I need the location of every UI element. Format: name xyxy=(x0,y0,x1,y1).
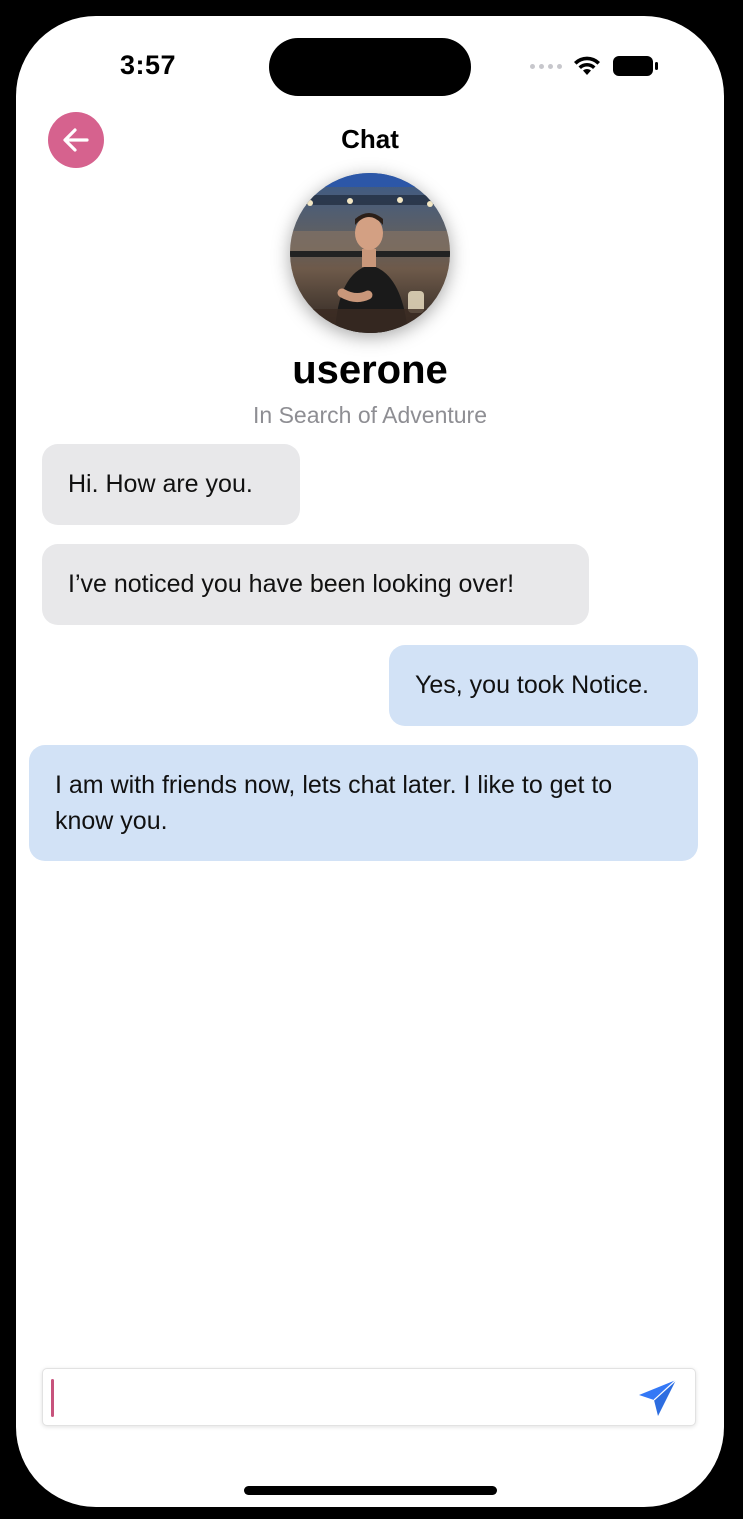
message-bubble-incoming[interactable]: I’ve noticed you have been looking over! xyxy=(42,544,589,625)
dynamic-island xyxy=(269,38,471,96)
battery-icon xyxy=(613,56,658,76)
message-bubble-incoming[interactable]: Hi. How are you. xyxy=(42,444,300,525)
wifi-icon xyxy=(574,56,600,75)
cellular-signal-icon xyxy=(530,63,562,69)
message-input[interactable] xyxy=(53,1373,623,1421)
page-title: Chat xyxy=(341,124,399,154)
send-button[interactable] xyxy=(637,1378,679,1418)
phone-screen: 3:57 Chat userone In Search of Adventure… xyxy=(16,16,724,1507)
message-bubble-outgoing[interactable]: Yes, you took Notice. xyxy=(389,645,698,726)
status-time: 3:57 xyxy=(120,50,177,80)
message-composer xyxy=(42,1368,696,1426)
message-bubble-outgoing[interactable]: I am with friends now, lets chat later. … xyxy=(29,745,698,861)
profile-username: userone xyxy=(292,348,448,392)
home-indicator[interactable] xyxy=(244,1486,497,1495)
profile-tagline: In Search of Adventure xyxy=(253,402,487,428)
paper-plane-icon xyxy=(639,1379,677,1416)
status-icons xyxy=(530,54,660,78)
avatar xyxy=(290,173,450,333)
